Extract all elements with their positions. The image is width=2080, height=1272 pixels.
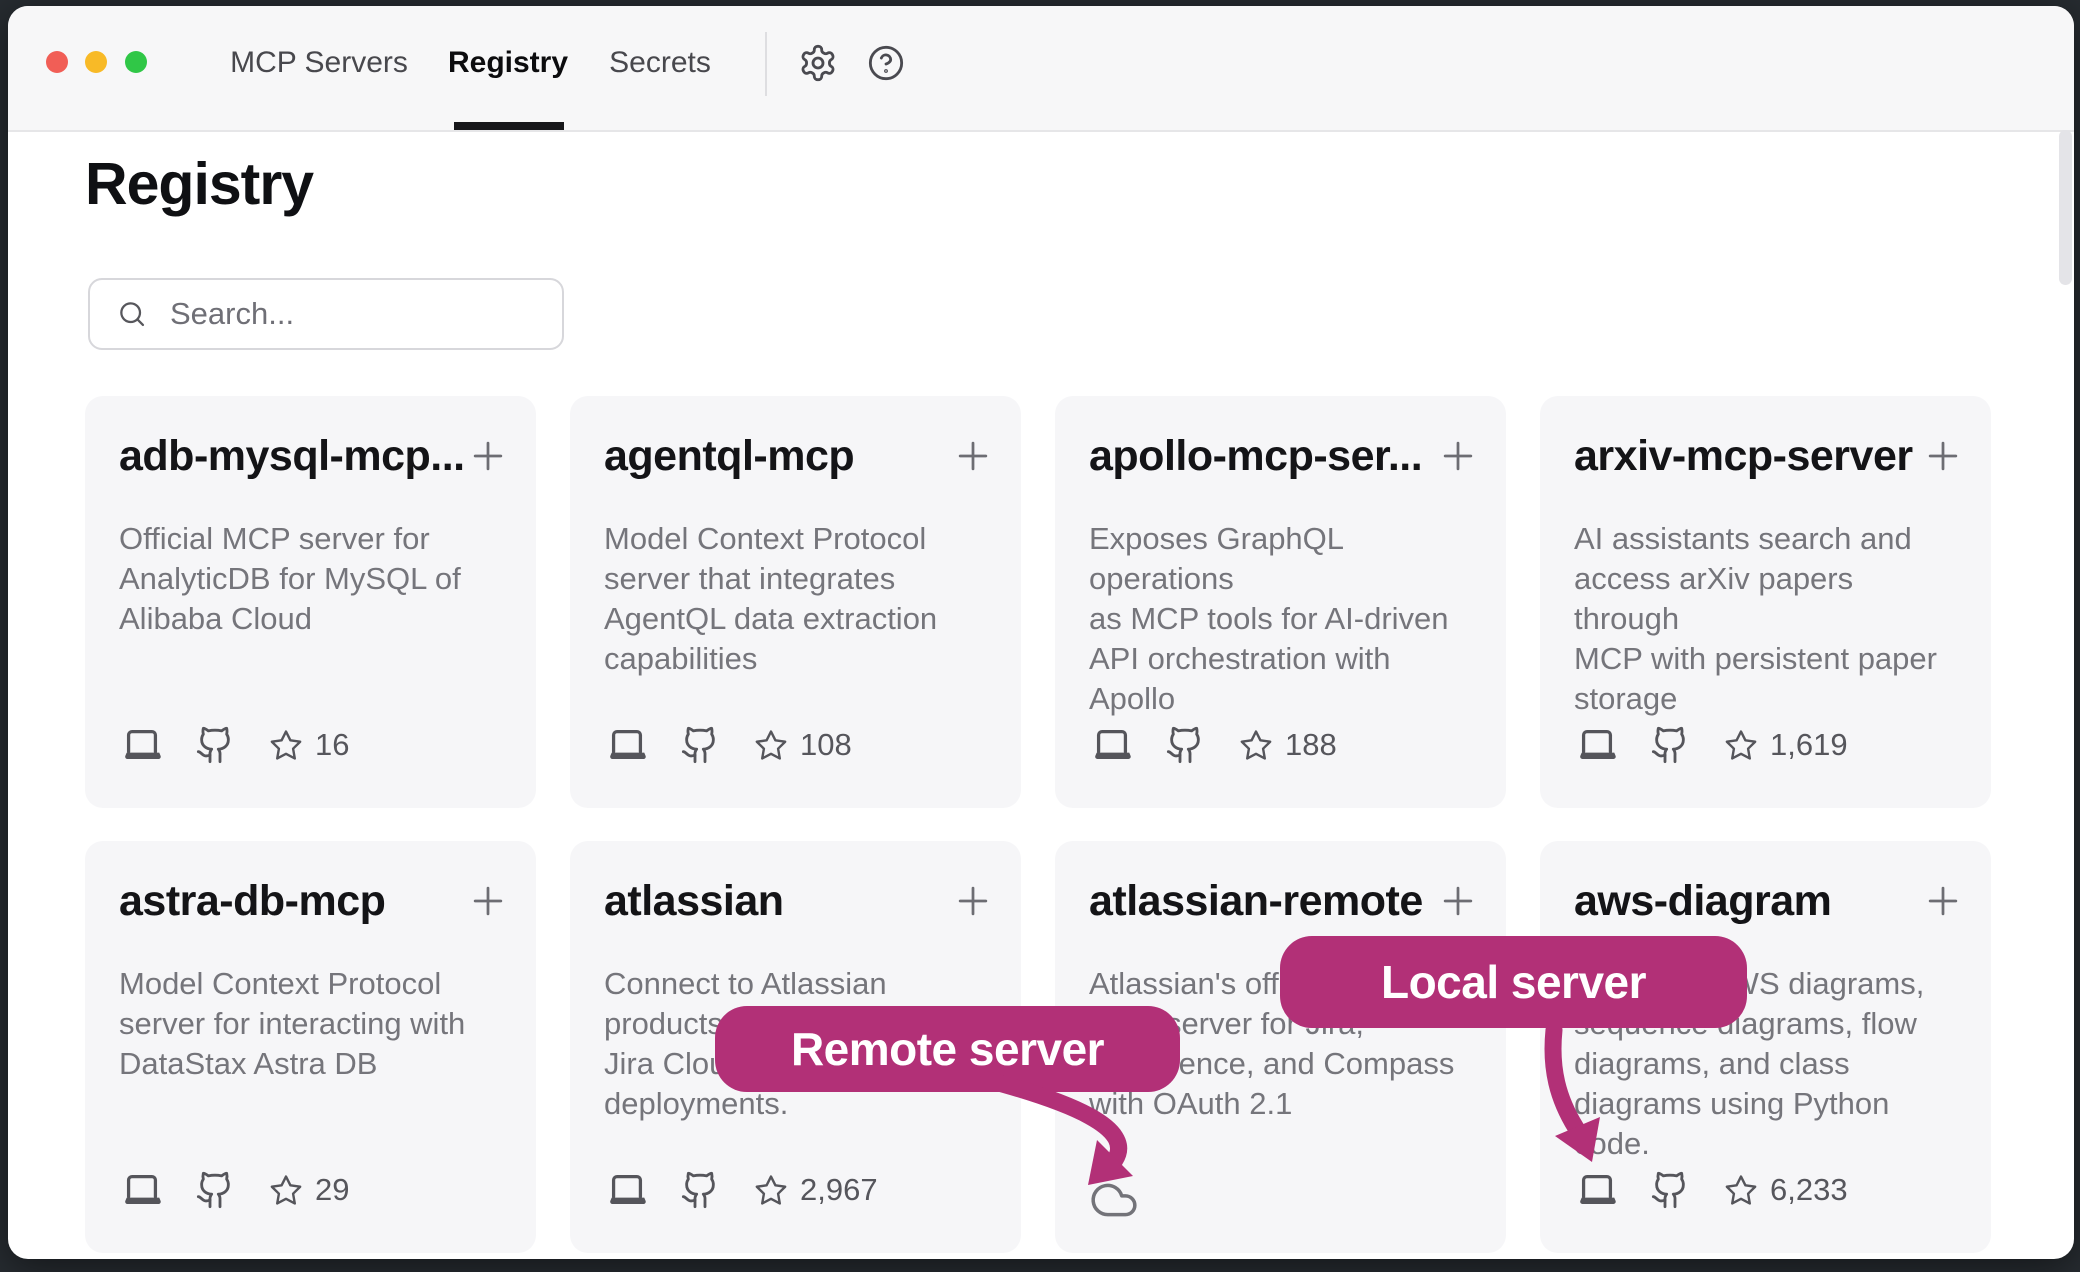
add-server-button[interactable] bbox=[951, 879, 995, 923]
card-footer: 1,619 bbox=[1574, 722, 1848, 768]
star-count: 29 bbox=[315, 1172, 349, 1208]
local-server-badge: Local server bbox=[1280, 936, 1747, 1028]
server-name: atlassian-remote bbox=[1089, 877, 1444, 926]
github-icon[interactable] bbox=[1165, 725, 1205, 765]
star-count: 108 bbox=[800, 727, 852, 763]
server-name: astra-db-mcp bbox=[119, 877, 474, 926]
search-input[interactable] bbox=[168, 295, 532, 333]
star-count: 188 bbox=[1285, 727, 1337, 763]
star-icon bbox=[269, 728, 303, 762]
tab-mcp-servers[interactable]: MCP Servers bbox=[230, 46, 408, 80]
close-button[interactable] bbox=[46, 51, 68, 73]
github-icon[interactable] bbox=[1650, 1170, 1690, 1210]
github-icon[interactable] bbox=[680, 1170, 720, 1210]
laptop-icon bbox=[1089, 722, 1135, 768]
toolbar-divider bbox=[765, 32, 767, 96]
server-name: arxiv-mcp-server bbox=[1574, 432, 1929, 481]
laptop-icon bbox=[604, 1167, 650, 1213]
laptop-icon bbox=[604, 722, 650, 768]
gear-icon[interactable] bbox=[798, 43, 838, 83]
star-count: 1,619 bbox=[1770, 727, 1848, 763]
laptop-icon bbox=[119, 722, 165, 768]
search-icon bbox=[116, 298, 148, 330]
star-icon bbox=[754, 1173, 788, 1207]
tab-secrets[interactable]: Secrets bbox=[609, 46, 711, 80]
card-footer: 108 bbox=[604, 722, 852, 768]
minimize-button[interactable] bbox=[85, 51, 107, 73]
server-name: agentql-mcp bbox=[604, 432, 959, 481]
star-count: 6,233 bbox=[1770, 1172, 1848, 1208]
github-icon[interactable] bbox=[1650, 725, 1690, 765]
add-server-button[interactable] bbox=[1436, 434, 1480, 478]
scrollbar-thumb[interactable] bbox=[2059, 130, 2072, 285]
star-icon bbox=[1724, 1173, 1758, 1207]
server-description: Official MCP server for AnalyticDB for M… bbox=[119, 519, 502, 639]
server-description: AI assistants search and access arXiv pa… bbox=[1574, 519, 1957, 719]
star-icon bbox=[1239, 728, 1273, 762]
server-card[interactable]: arxiv-mcp-server AI assistants search an… bbox=[1540, 396, 1991, 808]
remote-arrow-icon bbox=[930, 1060, 1160, 1200]
card-footer: 29 bbox=[119, 1167, 349, 1213]
add-server-button[interactable] bbox=[1921, 434, 1965, 478]
help-icon[interactable] bbox=[866, 43, 906, 83]
github-icon[interactable] bbox=[680, 725, 720, 765]
add-server-button[interactable] bbox=[1921, 879, 1965, 923]
server-name: atlassian bbox=[604, 877, 959, 926]
card-footer: 2,967 bbox=[604, 1167, 878, 1213]
card-footer: 16 bbox=[119, 722, 349, 768]
desktop-background: MCP Servers Registry Secrets Registry bbox=[0, 0, 2080, 1272]
add-server-button[interactable] bbox=[951, 434, 995, 478]
page-title: Registry bbox=[85, 150, 313, 218]
app-window: MCP Servers Registry Secrets Registry bbox=[8, 6, 2074, 1259]
server-card[interactable]: agentql-mcp Model Context Protocol serve… bbox=[570, 396, 1021, 808]
server-card[interactable]: adb-mysql-mcp... Official MCP server for… bbox=[85, 396, 536, 808]
add-server-button[interactable] bbox=[466, 879, 510, 923]
add-server-button[interactable] bbox=[466, 434, 510, 478]
laptop-icon bbox=[1574, 722, 1620, 768]
star-icon bbox=[1724, 728, 1758, 762]
server-name: aws-diagram bbox=[1574, 877, 1929, 926]
card-footer: 188 bbox=[1089, 722, 1337, 768]
active-tab-indicator bbox=[454, 122, 564, 130]
tab-registry[interactable]: Registry bbox=[448, 46, 568, 80]
star-icon bbox=[754, 728, 788, 762]
search-box[interactable] bbox=[88, 278, 564, 350]
star-icon bbox=[269, 1173, 303, 1207]
add-server-button[interactable] bbox=[1436, 879, 1480, 923]
server-description: Model Context Protocol server that integ… bbox=[604, 519, 987, 679]
local-arrow-icon bbox=[1508, 1024, 1648, 1184]
github-icon[interactable] bbox=[195, 1170, 235, 1210]
server-card[interactable]: apollo-mcp-ser... Exposes GraphQL operat… bbox=[1055, 396, 1506, 808]
star-count: 2,967 bbox=[800, 1172, 878, 1208]
zoom-button[interactable] bbox=[125, 51, 147, 73]
server-name: apollo-mcp-ser... bbox=[1089, 432, 1444, 481]
server-name: adb-mysql-mcp... bbox=[119, 432, 474, 481]
server-description: Model Context Protocol server for intera… bbox=[119, 964, 502, 1084]
title-bar: MCP Servers Registry Secrets bbox=[8, 6, 2074, 132]
laptop-icon bbox=[119, 1167, 165, 1213]
server-description: Exposes GraphQL operations as MCP tools … bbox=[1089, 519, 1472, 719]
star-count: 16 bbox=[315, 727, 349, 763]
github-icon[interactable] bbox=[195, 725, 235, 765]
server-card[interactable]: astra-db-mcp Model Context Protocol serv… bbox=[85, 841, 536, 1253]
